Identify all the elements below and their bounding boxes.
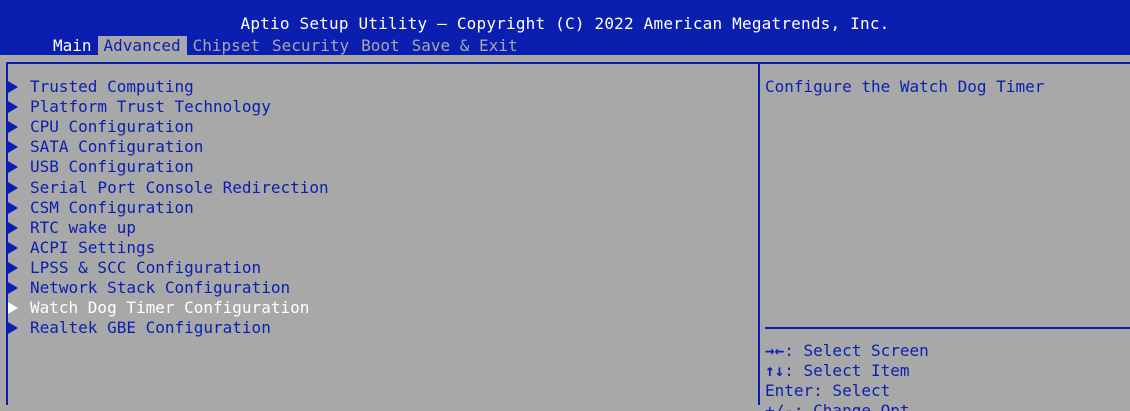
key-hint-change-option: +/-: Change Opt. (765, 401, 920, 411)
advanced-menu-list: Trusted Computing Platform Trust Technol… (8, 77, 329, 338)
key-legend: →←: Select Screen ↑↓: Select Item Enter:… (765, 341, 929, 411)
menu-item-realtek-gbe-configuration[interactable]: Realtek GBE Configuration (8, 318, 329, 338)
key-hint-select-item: ↑↓: Select Item (765, 361, 910, 380)
menu-item-cpu-configuration[interactable]: CPU Configuration (8, 117, 329, 137)
menu-item-usb-configuration[interactable]: USB Configuration (8, 157, 329, 177)
tab-main[interactable]: Main (47, 36, 98, 55)
submenu-arrow-icon (8, 161, 18, 174)
help-divider (765, 327, 1130, 329)
top-divider (8, 62, 1130, 64)
left-right-arrows-icon: →← (765, 341, 785, 360)
menu-item-platform-trust-technology[interactable]: Platform Trust Technology (8, 97, 329, 117)
submenu-arrow-icon (8, 101, 18, 114)
item-help-text: Configure the Watch Dog Timer (765, 77, 1045, 96)
tab-save-exit[interactable]: Save & Exit (406, 36, 524, 55)
submenu-arrow-icon (8, 121, 18, 134)
menu-item-acpi-settings[interactable]: ACPI Settings (8, 238, 329, 258)
menu-item-sata-configuration[interactable]: SATA Configuration (8, 137, 329, 157)
submenu-arrow-icon (8, 201, 18, 214)
tab-boot[interactable]: Boot (355, 36, 406, 55)
menu-item-watch-dog-timer-configuration[interactable]: Watch Dog Timer Configuration (8, 298, 329, 318)
submenu-arrow-icon (8, 322, 18, 335)
submenu-arrow-icon (8, 181, 18, 194)
submenu-arrow-icon (8, 302, 18, 315)
menu-item-lpss-scc-configuration[interactable]: LPSS & SCC Configuration (8, 258, 329, 278)
key-hint-enter-select: Enter: Select (765, 381, 891, 400)
menu-item-rtc-wake-up[interactable]: RTC wake up (8, 218, 329, 238)
submenu-arrow-icon (8, 141, 18, 154)
submenu-arrow-icon (8, 81, 18, 94)
header-bar: Aptio Setup Utility – Copyright (C) 2022… (0, 0, 1130, 55)
menu-item-serial-port-console-redirection[interactable]: Serial Port Console Redirection (8, 177, 329, 197)
tab-advanced[interactable]: Advanced (97, 36, 187, 55)
key-hint-select-screen: →←: Select Screen (765, 341, 929, 360)
utility-title: Aptio Setup Utility – Copyright (C) 2022… (240, 14, 890, 33)
menu-item-csm-configuration[interactable]: CSM Configuration (8, 198, 329, 218)
panel-divider (758, 62, 760, 405)
tab-bar: Main Advanced Chipset Security Boot Save… (47, 36, 524, 55)
menu-item-trusted-computing[interactable]: Trusted Computing (8, 77, 329, 97)
submenu-arrow-icon (8, 261, 18, 274)
submenu-arrow-icon (8, 241, 18, 254)
submenu-arrow-icon (8, 221, 18, 234)
tab-security[interactable]: Security (266, 36, 355, 55)
menu-item-network-stack-configuration[interactable]: Network Stack Configuration (8, 278, 329, 298)
submenu-arrow-icon (8, 281, 18, 294)
tab-chipset[interactable]: Chipset (187, 36, 266, 55)
up-down-arrows-icon: ↑↓ (765, 361, 785, 380)
